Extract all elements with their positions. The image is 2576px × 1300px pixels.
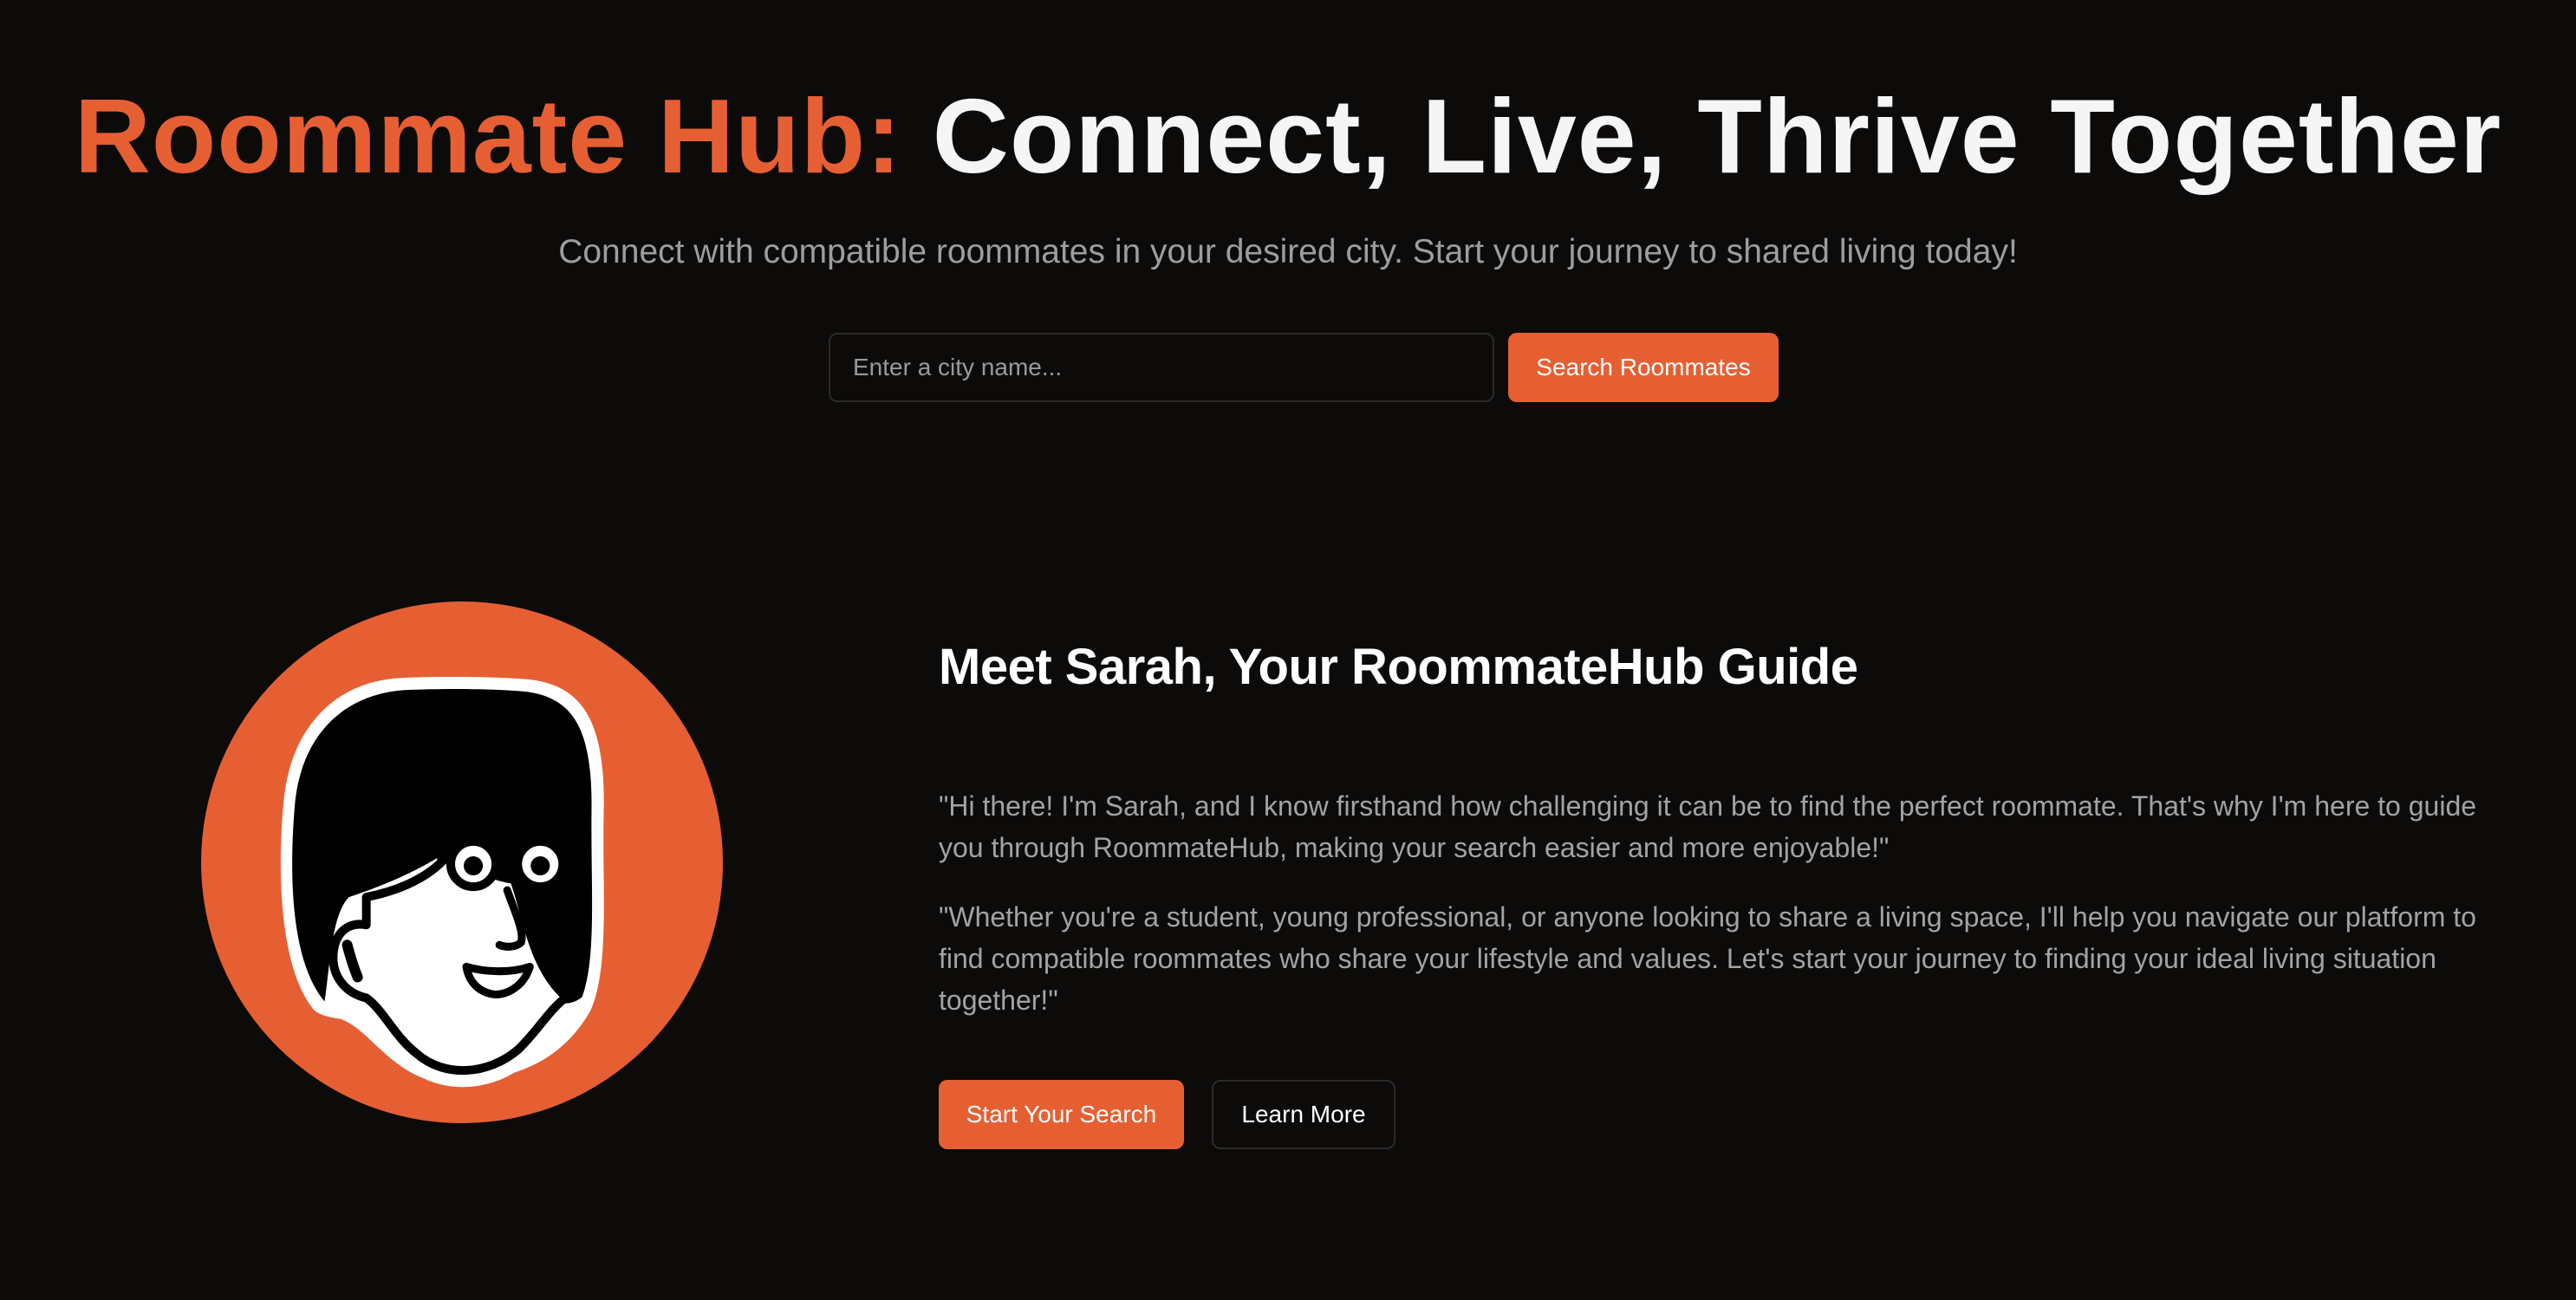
title-tagline: Connect, Live, Thrive Together — [932, 77, 2502, 195]
learn-more-button[interactable]: Learn More — [1212, 1080, 1395, 1149]
sarah-avatar — [201, 601, 723, 1123]
start-search-button[interactable]: Start Your Search — [939, 1080, 1184, 1149]
guide-heading: Meet Sarah, Your RoommateHub Guide — [939, 639, 1858, 695]
city-search-form: Search Roommates — [829, 333, 1779, 402]
landing-page: Roommate Hub: Connect, Live, Thrive Toge… — [0, 0, 2576, 1300]
sarah-avatar-icon — [280, 676, 604, 1088]
guide-quote-help: "Whether you're a student, young profess… — [939, 901, 2476, 1016]
hero-subtitle: Connect with compatible roommates in you… — [558, 233, 2018, 270]
guide-actions: Start Your Search Learn More — [939, 1080, 2482, 1149]
city-search-input[interactable] — [829, 333, 1494, 402]
guide-section: Meet Sarah, Your RoommateHub Guide "Hi t… — [939, 633, 2482, 1149]
page-title: Roommate Hub: Connect, Live, Thrive Toge… — [0, 71, 2576, 201]
title-accent: Roommate Hub: — [74, 77, 902, 195]
guide-quote-intro: "Hi there! I'm Sarah, and I know firstha… — [939, 790, 2477, 863]
search-roommates-button[interactable]: Search Roommates — [1508, 333, 1779, 402]
